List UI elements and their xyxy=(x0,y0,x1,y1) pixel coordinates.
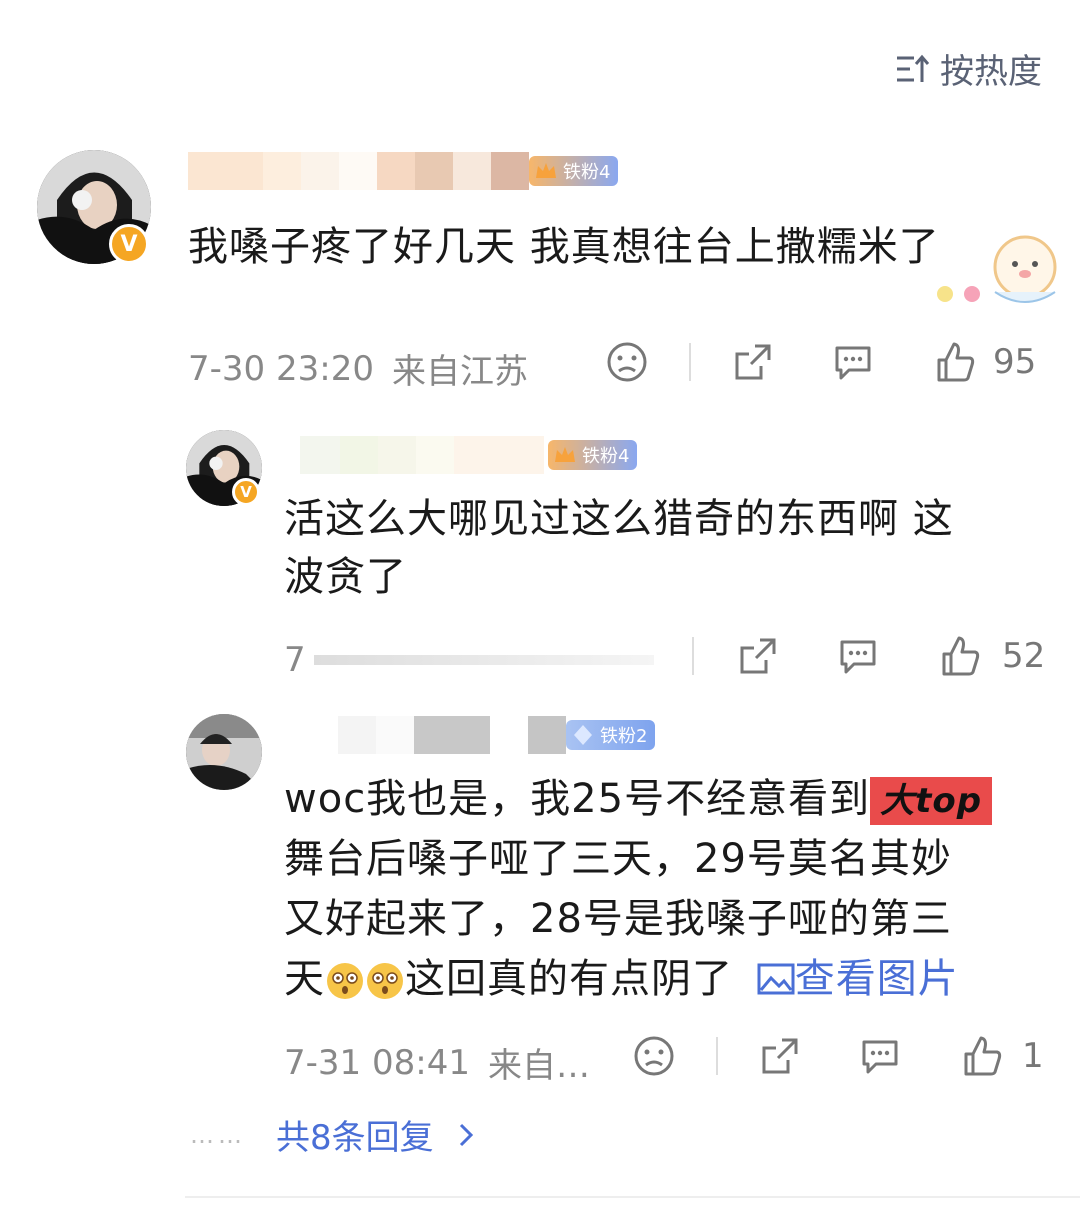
verified-badge-icon: V xyxy=(232,478,260,506)
reply-text-line: woc我也是，我25号不经意看到 大top xyxy=(284,770,993,828)
chevron-right-icon xyxy=(459,1123,473,1146)
like-count: 1 xyxy=(1022,1036,1044,1076)
dislike-face-icon[interactable] xyxy=(632,1034,676,1078)
sort-label: 按热度 xyxy=(940,52,1042,92)
topic-tag[interactable]: 大top xyxy=(870,777,993,825)
blur-block xyxy=(377,152,415,190)
comment-icon[interactable] xyxy=(836,634,880,678)
blur-block xyxy=(263,152,301,190)
comment-icon[interactable] xyxy=(831,340,875,384)
blur-block xyxy=(414,716,490,754)
divider xyxy=(692,637,694,675)
avatar[interactable] xyxy=(186,714,262,790)
dizzy-face-emoji-icon xyxy=(327,963,363,999)
crown-icon xyxy=(536,163,556,178)
share-icon[interactable] xyxy=(736,634,780,678)
comment-icon[interactable] xyxy=(858,1034,902,1078)
comment-text: 我嗓子疼了好几天 我真想往台上撒糯米了 xyxy=(188,224,940,270)
dots-separator: …… xyxy=(190,1120,246,1149)
comment-location: 来自江苏 xyxy=(391,352,528,392)
crown-icon xyxy=(555,447,575,462)
username-blurred[interactable]: 铁粉4 xyxy=(188,152,619,190)
dizzy-face-emoji-icon xyxy=(367,963,403,999)
like-thumb-icon[interactable] xyxy=(960,1034,1004,1078)
comment-meta: 7-30 23:20 来自江苏 xyxy=(188,344,528,393)
like-count: 95 xyxy=(993,342,1037,382)
blur-block xyxy=(491,152,529,190)
dislike-face-icon[interactable] xyxy=(605,340,649,384)
comment-actions: 95 xyxy=(605,340,1036,384)
divider xyxy=(716,1037,718,1075)
share-icon[interactable] xyxy=(758,1034,802,1078)
blur-block xyxy=(453,152,491,190)
sort-icon xyxy=(897,54,930,82)
fan-badge: 铁粉4 xyxy=(548,440,638,470)
replies-count-label: 共8条回复 xyxy=(276,1118,434,1158)
blur-block xyxy=(528,716,566,754)
blur-block xyxy=(300,436,340,474)
blur-block xyxy=(338,716,376,754)
comment-meta: 7 xyxy=(284,640,654,680)
view-image-link[interactable]: 查看图片 xyxy=(757,956,959,1002)
blur-block xyxy=(339,152,377,190)
divider xyxy=(185,1196,1080,1198)
blur-block xyxy=(415,152,453,190)
blur-block xyxy=(188,152,263,190)
username-blurred[interactable]: 铁粉2 xyxy=(338,716,656,754)
comment-time: 7 xyxy=(284,640,306,680)
view-all-replies[interactable]: …… 共8条回复 xyxy=(190,1110,476,1159)
blur-block xyxy=(416,436,454,474)
diamond-icon xyxy=(574,725,592,745)
share-icon[interactable] xyxy=(731,340,775,384)
reply-text-line: 活这么大哪见过这么猎奇的东西啊 这 xyxy=(284,496,954,542)
reply-text-line: 舞台后嗓子哑了三天，29号莫名其妙 xyxy=(284,836,952,882)
fan-badge: 铁粉2 xyxy=(566,720,656,750)
blur-block xyxy=(376,716,414,754)
blur-block xyxy=(301,152,339,190)
blur-block xyxy=(378,436,416,474)
comment-actions: 52 xyxy=(692,634,1045,678)
like-thumb-icon[interactable] xyxy=(933,340,977,384)
comment-actions: 1 xyxy=(632,1034,1044,1078)
username-blurred[interactable]: 铁粉4 xyxy=(300,436,638,474)
fan-badge: 铁粉4 xyxy=(529,156,619,186)
verified-badge-icon: V xyxy=(109,224,149,264)
blur-block xyxy=(490,716,528,754)
sort-by-hot-button[interactable]: 按热度 xyxy=(894,44,1042,93)
comment-meta: 7-31 08:41 来自… xyxy=(284,1038,590,1087)
comment-time: 7-30 23:20 xyxy=(188,348,374,389)
blurred-meta xyxy=(313,655,654,665)
blur-block xyxy=(454,436,544,474)
comment-location: 来自… xyxy=(487,1046,590,1086)
reply-text-line: 又好起来了，28号是我嗓子哑的第三 xyxy=(284,896,952,942)
reply-text-line: 波贪了 xyxy=(284,554,407,600)
blur-block xyxy=(340,436,378,474)
divider xyxy=(689,343,691,381)
like-count: 52 xyxy=(1002,636,1046,676)
reply-text-line: 天这回真的有点阴了 查看图片 xyxy=(284,956,959,1002)
cat-sticker-icon xyxy=(937,235,1057,303)
like-thumb-icon[interactable] xyxy=(938,634,982,678)
image-icon xyxy=(757,963,795,995)
comment-time: 7-31 08:41 xyxy=(284,1042,470,1083)
